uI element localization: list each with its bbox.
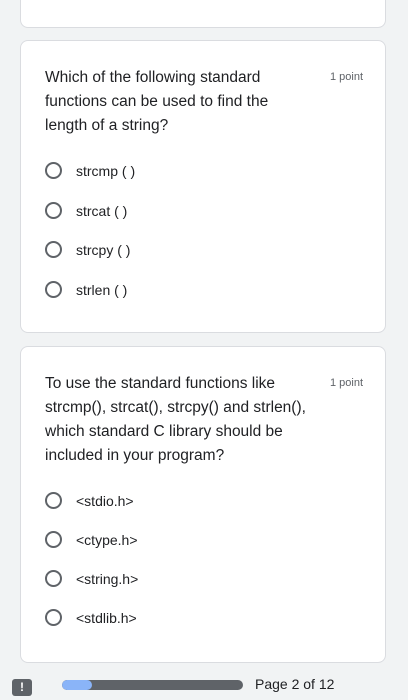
option-stdlib[interactable]: <stdlib.h> [45, 609, 137, 626]
form-footer: ! Page 2 of 12 [0, 670, 408, 700]
option-strcat[interactable]: strcat ( ) [45, 202, 127, 219]
option-label: strlen ( ) [76, 281, 128, 298]
radio-button[interactable] [45, 281, 62, 298]
option-string[interactable]: <string.h> [45, 570, 138, 587]
option-label: <stdio.h> [76, 492, 134, 509]
question-title: Which of the following standard function… [45, 69, 269, 134]
option-label: strcat ( ) [76, 202, 128, 219]
radio-button[interactable] [45, 492, 62, 509]
radio-button[interactable] [45, 531, 62, 548]
page-indicator: Page 2 of 12 [255, 676, 335, 692]
option-label: strcmp ( ) [76, 162, 136, 179]
option-label: strcpy ( ) [76, 241, 131, 258]
option-label: <ctype.h> [76, 531, 138, 548]
previous-question-card [20, 0, 386, 28]
option-strlen[interactable]: strlen ( ) [45, 281, 127, 298]
points-label: 1 point [329, 377, 363, 389]
option-strcmp[interactable]: strcmp ( ) [45, 162, 135, 179]
radio-button[interactable] [45, 162, 62, 179]
radio-button[interactable] [45, 609, 62, 626]
radio-button[interactable] [45, 570, 62, 587]
option-strcpy[interactable]: strcpy ( ) [45, 241, 130, 258]
option-label: <stdlib.h> [76, 609, 137, 626]
exclamation-icon[interactable]: ! [12, 679, 32, 696]
question-card-2: To use the standard functions like strcm… [20, 346, 386, 663]
option-stdio[interactable]: <stdio.h> [45, 492, 134, 509]
progress-bar-fill [62, 680, 93, 690]
points-label: 1 point [329, 71, 363, 83]
question-title: To use the standard functions like strcm… [45, 375, 306, 464]
question-card-1: Which of the following standard function… [20, 40, 386, 333]
option-ctype[interactable]: <ctype.h> [45, 531, 138, 548]
radio-button[interactable] [45, 241, 62, 258]
progress-bar [62, 680, 243, 690]
option-label: <string.h> [76, 570, 139, 587]
radio-button[interactable] [45, 202, 62, 219]
